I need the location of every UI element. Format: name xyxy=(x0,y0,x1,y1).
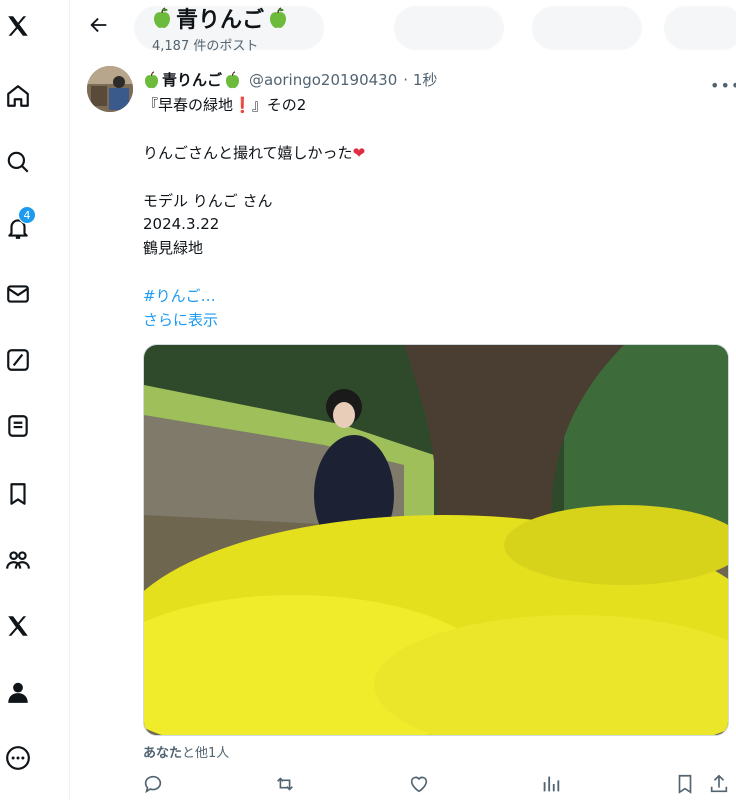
like-heart-icon[interactable] xyxy=(408,773,430,795)
tweet-photo[interactable] xyxy=(143,344,729,736)
green-apple-icon xyxy=(154,7,170,28)
tweet-line: モデル りんご さん xyxy=(143,192,273,210)
liked-by-you: あなた xyxy=(143,746,183,761)
avatar[interactable] xyxy=(87,66,133,112)
sidebar: 4 xyxy=(0,0,70,800)
x-logo-icon[interactable] xyxy=(4,12,32,40)
display-name[interactable]: 青りんご xyxy=(162,69,222,90)
post-count: 4,187 件のポスト xyxy=(152,39,259,54)
page-title-text: 青りんご xyxy=(176,8,265,33)
header-blur-shape xyxy=(664,6,736,50)
more-options-icon[interactable]: ••• xyxy=(710,76,736,95)
views-analytics-icon[interactable] xyxy=(540,773,562,795)
liked-by-text[interactable]: あなたと他1人 xyxy=(143,742,229,761)
liked-by-others: と他1人 xyxy=(182,746,230,761)
tweet-line: 『早春の緑地❗』その2 xyxy=(143,95,306,115)
green-apple-icon xyxy=(144,70,159,88)
tweet-timestamp[interactable]: · 1秒 xyxy=(403,69,437,90)
notification-count-badge: 4 xyxy=(18,206,36,224)
communities-icon[interactable] xyxy=(4,546,32,574)
hashtag-link[interactable]: #りんご… xyxy=(143,286,216,306)
repost-icon[interactable] xyxy=(274,773,296,795)
tweet-text-part: りんごさんと撮れて嬉しかった xyxy=(143,144,353,162)
share-icon[interactable] xyxy=(708,773,730,795)
search-icon[interactable] xyxy=(4,148,32,176)
messages-envelope-icon[interactable] xyxy=(4,280,32,308)
profile-icon[interactable] xyxy=(4,678,32,706)
tweet-author-row: 青りんご @aoringo20190430 · 1秒 xyxy=(143,69,437,90)
home-icon[interactable] xyxy=(4,82,32,110)
green-apple-icon xyxy=(225,70,240,88)
grok-icon[interactable] xyxy=(4,346,32,374)
premium-x-icon[interactable] xyxy=(4,612,32,640)
back-arrow-icon[interactable] xyxy=(88,14,110,36)
reply-icon[interactable] xyxy=(142,773,164,795)
red-exclamation-icon: ❗ xyxy=(233,96,252,114)
green-apple-icon xyxy=(270,7,287,28)
bookmarks-icon[interactable] xyxy=(4,480,32,508)
red-heart-icon: ❤ xyxy=(352,144,366,162)
tweet-text-part: 』その2 xyxy=(251,96,307,114)
show-more-link[interactable]: さらに表示 xyxy=(143,310,218,330)
tweet-line: りんごさんと撮れて嬉しかった❤ xyxy=(143,143,365,163)
more-options-circle-icon[interactable] xyxy=(4,744,32,772)
tweet-text-part: 『早春の緑地 xyxy=(143,96,234,114)
tweet-line: 2024.3.22 xyxy=(143,215,220,233)
user-handle[interactable]: @aoringo20190430 xyxy=(249,71,397,89)
header-blur-shape xyxy=(394,6,504,50)
bookmark-icon[interactable] xyxy=(674,773,696,795)
profile-header: 青りんご 4,187 件のポスト xyxy=(70,0,736,62)
lists-icon[interactable] xyxy=(4,412,32,440)
header-blur-shape xyxy=(532,6,642,50)
page-title: 青りんご xyxy=(152,2,288,34)
tweet-line: 鶴見緑地 xyxy=(143,239,204,257)
